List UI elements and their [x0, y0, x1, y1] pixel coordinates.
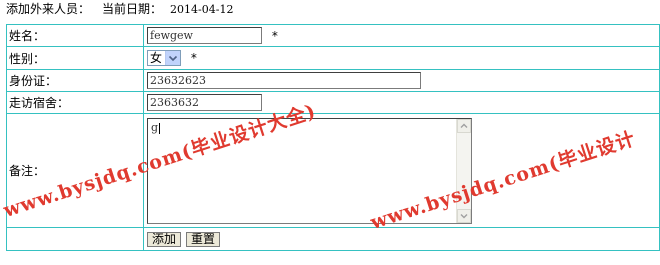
dorm-field-cell [143, 91, 660, 114]
form-row-name: 姓名： * [6, 24, 660, 47]
date-label: 当前日期： [102, 2, 163, 16]
date-value: 2014-04-12 [170, 3, 234, 16]
name-required-mark: * [271, 28, 278, 43]
scroll-up-icon[interactable] [457, 119, 471, 133]
visitor-form-table: 姓名： * 性别： 女 * 身份证： [6, 24, 660, 251]
page-title: 添加外来人员： [6, 2, 91, 16]
name-label: 姓名： [6, 24, 144, 47]
scroll-down-icon[interactable] [457, 209, 471, 223]
id-card-field-cell [143, 69, 660, 92]
add-button[interactable]: 添加 [147, 231, 182, 247]
id-card-label: 身份证： [6, 69, 144, 92]
name-field-cell: * [143, 24, 660, 47]
form-row-remark: 备注： g [6, 113, 660, 228]
page-header: 添加外来人员： 当前日期： 2014-04-12 [6, 1, 233, 17]
dorm-input[interactable] [147, 94, 262, 111]
form-row-dorm: 走访宿舍： [6, 91, 660, 114]
gender-required-mark: * [190, 51, 197, 65]
chevron-down-icon[interactable] [165, 51, 180, 65]
remark-textarea[interactable]: g [147, 118, 472, 224]
remark-field-cell: g [143, 113, 660, 228]
remark-label: 备注： [6, 113, 144, 228]
form-row-id-card: 身份证： [6, 69, 660, 92]
gender-label: 性别： [6, 46, 144, 70]
gender-select[interactable]: 女 [147, 50, 181, 66]
buttons-cell: 添加 重置 [143, 227, 660, 251]
name-input[interactable] [147, 27, 262, 44]
form-row-buttons: 添加 重置 [6, 227, 660, 251]
gender-selected-value: 女 [150, 51, 163, 65]
id-card-input[interactable] [147, 72, 421, 89]
reset-button[interactable]: 重置 [186, 231, 221, 247]
form-row-gender: 性别： 女 * [6, 46, 660, 70]
remark-value: g [151, 121, 159, 134]
dorm-label: 走访宿舍： [6, 91, 144, 114]
page-root: 添加外来人员： 当前日期： 2014-04-12 姓名： * 性别： 女 * [0, 0, 660, 265]
text-caret [159, 122, 161, 134]
remark-text: g [151, 121, 161, 134]
remark-scrollbar[interactable] [456, 119, 471, 223]
buttons-label-cell [6, 227, 144, 251]
gender-field-cell: 女 * [143, 46, 660, 70]
